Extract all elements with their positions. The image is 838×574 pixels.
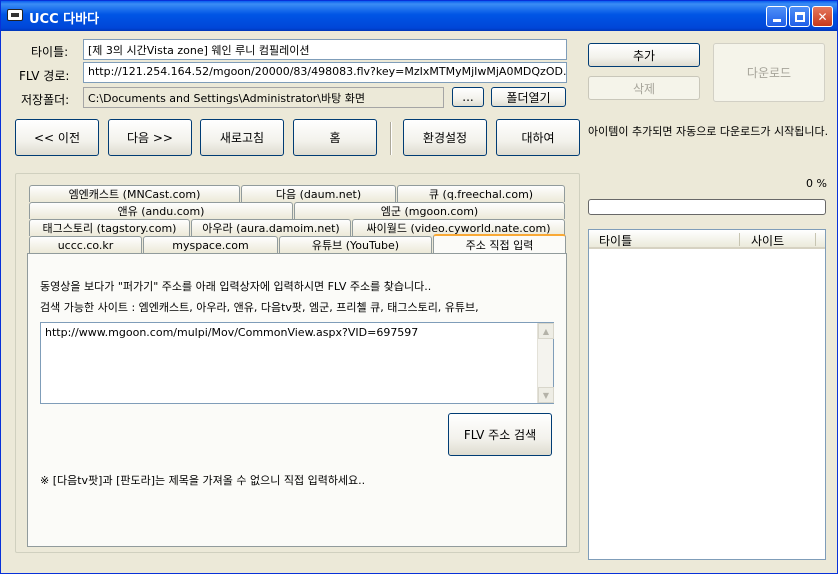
open-folder-button[interactable]: 폴더열기 xyxy=(491,87,566,107)
close-icon: ✕ xyxy=(817,9,828,24)
title-input[interactable]: [제 3의 시간Vista zone] 웨인 루니 컴필레이션 xyxy=(83,39,567,60)
url-textarea-value: http://www.mgoon.com/mulpi/Mov/CommonVie… xyxy=(45,326,419,339)
auto-download-info: 아이템이 추가되면 자동으로 다운로드가 시작됩니다. xyxy=(588,125,829,138)
column-site[interactable]: 사이트 xyxy=(751,232,784,249)
prev-button[interactable]: << 이전 xyxy=(15,119,99,156)
column-separator[interactable] xyxy=(739,233,740,246)
add-button[interactable]: 추가 xyxy=(588,43,700,67)
download-progress-bar xyxy=(588,199,826,215)
tab-andu[interactable]: 앤유 (andu.com) xyxy=(29,202,293,219)
about-button[interactable]: 대하여 xyxy=(496,119,580,156)
tab-mgoon[interactable]: 엠군 (mgoon.com) xyxy=(294,202,565,219)
list-header: 타이틀 사이트 xyxy=(589,230,825,249)
flv-path-label: FLV 경로: xyxy=(19,69,70,83)
tab-mncast[interactable]: 엠엔캐스트 (MNCast.com) xyxy=(29,185,240,202)
browse-button[interactable]: ... xyxy=(452,87,484,107)
maximize-icon xyxy=(794,11,805,22)
toolbar-separator xyxy=(390,122,392,155)
save-folder-label: 저장폴더: xyxy=(21,93,70,107)
delete-button[interactable]: 삭제 xyxy=(588,76,700,100)
textarea-scrollbar[interactable]: ▲ ▼ xyxy=(537,323,554,403)
tab-direct-input[interactable]: 주소 직접 입력 xyxy=(433,234,566,253)
download-button[interactable]: 다운로드 xyxy=(713,43,825,102)
tab-aura[interactable]: 아우라 (aura.damoim.net) xyxy=(191,219,351,236)
refresh-button[interactable]: 새로고침 xyxy=(200,119,284,156)
tab-myspace[interactable]: myspace.com xyxy=(143,236,278,253)
progress-percent: 0 % xyxy=(806,177,827,190)
app-window: UCC 다바다 ✕ 타이틀: [제 3의 시간Vista zone] 웨인 루니… xyxy=(0,0,838,574)
video-cassette-icon xyxy=(7,9,23,21)
download-list[interactable]: 타이틀 사이트 xyxy=(588,229,826,560)
tab-freechal[interactable]: 큐 (q.freechal.com) xyxy=(397,185,565,202)
direct-input-panel: 동영상을 보다가 "퍼가기" 주소를 아래 입력상자에 입력하시면 FLV 주소… xyxy=(27,253,567,547)
column-title[interactable]: 타이틀 xyxy=(599,232,632,249)
settings-button[interactable]: 환경설정 xyxy=(403,119,487,156)
note-text: ※ [다음tv팟]과 [판도라]는 제목을 가져올 수 없으니 직접 입력하세요… xyxy=(40,474,366,487)
title-label: 타이틀: xyxy=(31,45,69,59)
scroll-down-icon[interactable]: ▼ xyxy=(538,387,554,403)
maximize-button[interactable] xyxy=(789,6,810,27)
minimize-icon xyxy=(772,19,781,22)
tab-youtube[interactable]: 유튜브 (YouTube) xyxy=(279,236,432,253)
tab-tagstory[interactable]: 태그스토리 (tagstory.com) xyxy=(29,219,190,236)
tab-uccc[interactable]: uccc.co.kr xyxy=(29,236,142,253)
window-title: UCC 다바다 xyxy=(29,12,100,27)
column-separator[interactable] xyxy=(815,233,816,246)
supported-sites-text: 검색 가능한 사이트 : 엠엔캐스트, 아우라, 앤유, 다음tv팟, 엠군, … xyxy=(40,301,479,314)
close-button[interactable]: ✕ xyxy=(812,6,833,27)
flv-search-button[interactable]: FLV 주소 검색 xyxy=(448,413,552,456)
next-button[interactable]: 다음 >> xyxy=(108,119,192,156)
save-folder-input[interactable]: C:\Documents and Settings\Administrator\… xyxy=(83,87,444,108)
flv-path-input[interactable]: http://121.254.164.52/mgoon/20000/83/498… xyxy=(83,62,567,83)
minimize-button[interactable] xyxy=(766,6,787,27)
home-button[interactable]: 홈 xyxy=(293,119,377,156)
url-textarea[interactable]: http://www.mgoon.com/mulpi/Mov/CommonVie… xyxy=(40,322,554,404)
instruction-text: 동영상을 보다가 "퍼가기" 주소를 아래 입력상자에 입력하시면 FLV 주소… xyxy=(40,280,432,293)
tab-daum[interactable]: 다음 (daum.net) xyxy=(241,185,396,202)
scroll-up-icon[interactable]: ▲ xyxy=(538,323,554,339)
title-bar[interactable]: UCC 다바다 ✕ xyxy=(1,1,837,31)
